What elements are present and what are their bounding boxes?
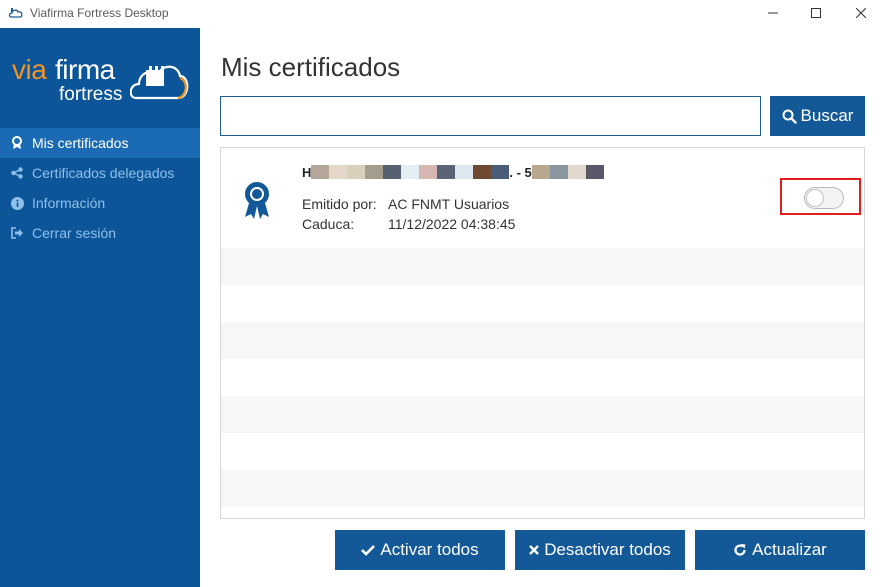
- empty-row: [221, 433, 864, 470]
- expiry-value: 11/12/2022 04:38:45: [388, 216, 516, 232]
- redacted-block: [311, 165, 510, 179]
- window-title: Viafirma Fortress Desktop: [30, 6, 169, 20]
- sidebar-item-label: Certificados delegados: [32, 165, 175, 181]
- activate-all-button[interactable]: Activar todos: [335, 530, 505, 570]
- sidebar-item-informacion[interactable]: Información: [0, 188, 200, 218]
- issuer-value: AC FNMT Usuarios: [388, 196, 510, 212]
- toggle-knob: [806, 189, 824, 207]
- certificate-name-prefix: H: [302, 164, 312, 180]
- logo-via: via: [12, 54, 47, 85]
- maximize-button[interactable]: [793, 0, 839, 26]
- close-button[interactable]: [838, 0, 884, 26]
- redacted-block: [531, 165, 604, 179]
- empty-row: [221, 248, 864, 285]
- refresh-label: Actualizar: [752, 540, 827, 559]
- refresh-icon: [734, 544, 746, 556]
- deactivate-all-button[interactable]: Desactivar todos: [515, 530, 685, 570]
- search-button[interactable]: Buscar: [770, 96, 865, 136]
- logo: via firma fortress: [12, 54, 192, 130]
- certificate-list: H . - 5 Emitido por: AC FNMT Usuarios Ca…: [220, 147, 865, 519]
- sidebar-item-cerrar-sesion[interactable]: Cerrar sesión: [0, 218, 200, 248]
- minimize-icon: [768, 12, 778, 14]
- deactivate-all-label: Desactivar todos: [544, 540, 671, 559]
- empty-row: [221, 359, 864, 396]
- sidebar-item-label: Información: [32, 195, 106, 211]
- app-icon: [8, 8, 23, 18]
- logo-fortress: fortress: [59, 84, 123, 105]
- certificate-name-middle: . - 5: [509, 164, 532, 180]
- certificate-item[interactable]: H . - 5 Emitido por: AC FNMT Usuarios Ca…: [221, 148, 864, 248]
- empty-row: [221, 285, 864, 322]
- close-icon: [856, 8, 866, 18]
- ribbon-icon: [10, 136, 24, 150]
- certificate-badge-icon: [245, 182, 269, 219]
- sidebar: via firma fortress Mis certificados Cert…: [0, 28, 200, 587]
- search-input[interactable]: [220, 96, 761, 136]
- sidebar-item-certificados-delegados[interactable]: Certificados delegados: [0, 158, 200, 188]
- times-icon: [529, 545, 540, 555]
- search-icon: [782, 109, 797, 124]
- sidebar-item-mis-certificados[interactable]: Mis certificados: [0, 128, 200, 158]
- activate-all-label: Activar todos: [380, 540, 479, 559]
- refresh-button[interactable]: Actualizar: [695, 530, 865, 570]
- logo-firma: firma: [55, 54, 115, 85]
- check-icon: [361, 545, 376, 556]
- title-bar: Viafirma Fortress Desktop: [0, 0, 884, 26]
- sign-out-icon: [10, 226, 24, 240]
- empty-row: [221, 396, 864, 433]
- minimize-button[interactable]: [750, 0, 796, 26]
- info-icon: [10, 196, 24, 210]
- empty-row: [221, 322, 864, 359]
- search-button-label: Buscar: [800, 106, 854, 125]
- sidebar-item-label: Mis certificados: [32, 135, 129, 151]
- certificate-name: H . - 5: [302, 164, 604, 180]
- sidebar-nav: Mis certificados Certificados delegados …: [0, 128, 200, 248]
- share-icon: [10, 166, 24, 180]
- certificate-active-toggle[interactable]: [804, 187, 844, 209]
- issuer-label: Emitido por:: [302, 196, 377, 212]
- maximize-icon: [811, 8, 821, 18]
- page-title: Mis certificados: [221, 52, 401, 82]
- sidebar-item-label: Cerrar sesión: [32, 225, 117, 241]
- fortress-cloud-icon: [130, 65, 189, 100]
- empty-row: [221, 470, 864, 507]
- expiry-label: Caduca:: [302, 216, 355, 232]
